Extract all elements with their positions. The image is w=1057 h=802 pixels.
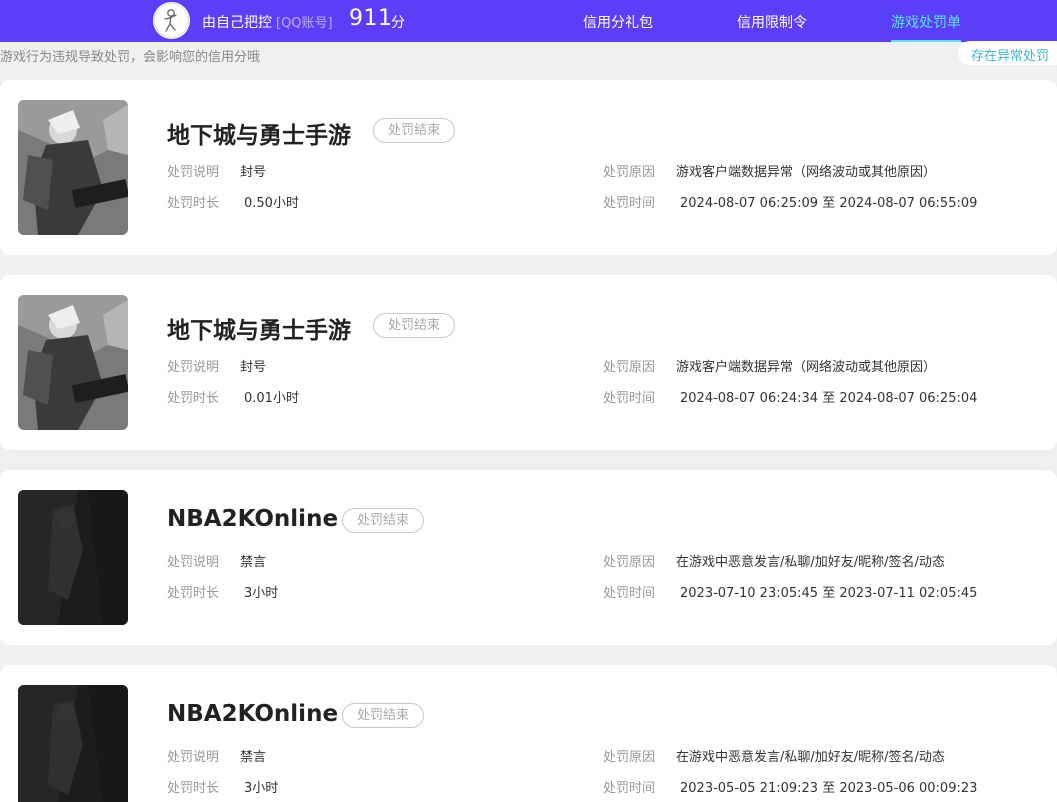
active-tab-indicator <box>891 40 961 42</box>
game-title: NBA2KOnline <box>167 701 339 727</box>
penalty-notice: 游戏行为违规导致处罚，会影响您的信用分哦 <box>0 50 261 65</box>
tab-credit-gift[interactable]: 信用分礼包 <box>583 12 653 32</box>
penalty-card: 地下城与勇士手游 处罚结束 处罚说明 封号 处罚时长 0.50小时 处罚原因 游… <box>0 80 1057 255</box>
game-title: 地下城与勇士手游 <box>167 318 351 344</box>
game-thumbnail <box>18 295 128 430</box>
credit-score-value: 911 <box>349 6 393 31</box>
duration-label: 处罚时长 <box>167 586 220 601</box>
duration-label: 处罚时长 <box>167 196 220 211</box>
time-value: 2023-07-10 23:05:45 至 2023-07-11 02:05:4… <box>680 586 978 601</box>
time-label: 处罚时间 <box>603 586 656 601</box>
reason-value: 游戏客户端数据异常（网络波动或其他原因） <box>676 360 937 375</box>
reason-label: 处罚原因 <box>603 555 656 570</box>
status-badge: 处罚结束 <box>342 703 425 728</box>
reason-label: 处罚原因 <box>603 750 656 765</box>
tab-credit-restriction[interactable]: 信用限制令 <box>737 12 807 32</box>
nba2k-dark-art-icon <box>18 685 128 802</box>
anomaly-penalty-link[interactable]: 存在异常处罚 <box>971 45 1049 64</box>
desc-value: 禁言 <box>240 750 267 765</box>
dnf-hero-art-icon <box>18 100 128 235</box>
duration-label: 处罚时长 <box>167 391 220 406</box>
desc-value: 禁言 <box>240 555 267 570</box>
account-type-tag: [QQ账号] <box>276 16 333 31</box>
penalty-card: 地下城与勇士手游 处罚结束 处罚说明 封号 处罚时长 0.01小时 处罚原因 游… <box>0 275 1057 450</box>
desc-label: 处罚说明 <box>167 750 220 765</box>
duration-value: 3小时 <box>244 781 279 796</box>
tab-game-penalty[interactable]: 游戏处罚单 <box>891 12 961 32</box>
desc-label: 处罚说明 <box>167 555 220 570</box>
game-thumbnail <box>18 490 128 625</box>
credit-score-unit: 分 <box>391 15 405 31</box>
game-thumbnail <box>18 685 128 802</box>
reason-value: 在游戏中恶意发言/私聊/加好友/昵称/签名/动态 <box>676 750 945 765</box>
time-label: 处罚时间 <box>603 781 656 796</box>
time-value: 2024-08-07 06:24:34 至 2024-08-07 06:25:0… <box>680 391 978 406</box>
user-nickname: 由自己把控 <box>202 15 272 31</box>
desc-label: 处罚说明 <box>167 360 220 375</box>
status-badge: 处罚结束 <box>373 313 456 338</box>
penalty-card: NBA2KOnline 处罚结束 处罚说明 禁言 处罚时长 3小时 处罚原因 在… <box>0 665 1057 802</box>
reason-label: 处罚原因 <box>603 360 656 375</box>
user-avatar-icon <box>154 3 189 38</box>
time-label: 处罚时间 <box>603 391 656 406</box>
dnf-hero-art-icon <box>18 295 128 430</box>
desc-value: 封号 <box>240 360 267 375</box>
game-title: NBA2KOnline <box>167 506 339 532</box>
time-label: 处罚时间 <box>603 196 656 211</box>
status-badge: 处罚结束 <box>373 118 456 143</box>
duration-value: 0.01小时 <box>244 391 299 406</box>
top-nav-bar: 由自己把控 [QQ账号] 911 分 信用分礼包 信用限制令 游戏处罚单 <box>0 0 1057 42</box>
game-title: 地下城与勇士手游 <box>167 123 351 149</box>
duration-value: 3小时 <box>244 586 279 601</box>
desc-value: 封号 <box>240 165 267 180</box>
game-thumbnail <box>18 100 128 235</box>
reason-value: 游戏客户端数据异常（网络波动或其他原因） <box>676 165 937 180</box>
reason-value: 在游戏中恶意发言/私聊/加好友/昵称/签名/动态 <box>676 555 945 570</box>
duration-value: 0.50小时 <box>244 196 299 211</box>
avatar[interactable] <box>153 2 190 39</box>
penalty-card: NBA2KOnline 处罚结束 处罚说明 禁言 处罚时长 3小时 处罚原因 在… <box>0 470 1057 645</box>
status-badge: 处罚结束 <box>342 508 425 533</box>
time-value: 2023-05-05 21:09:23 至 2023-05-06 00:09:2… <box>680 781 978 796</box>
duration-label: 处罚时长 <box>167 781 220 796</box>
desc-label: 处罚说明 <box>167 165 220 180</box>
reason-label: 处罚原因 <box>603 165 656 180</box>
time-value: 2024-08-07 06:25:09 至 2024-08-07 06:55:0… <box>680 196 978 211</box>
nba2k-dark-art-icon <box>18 490 128 625</box>
